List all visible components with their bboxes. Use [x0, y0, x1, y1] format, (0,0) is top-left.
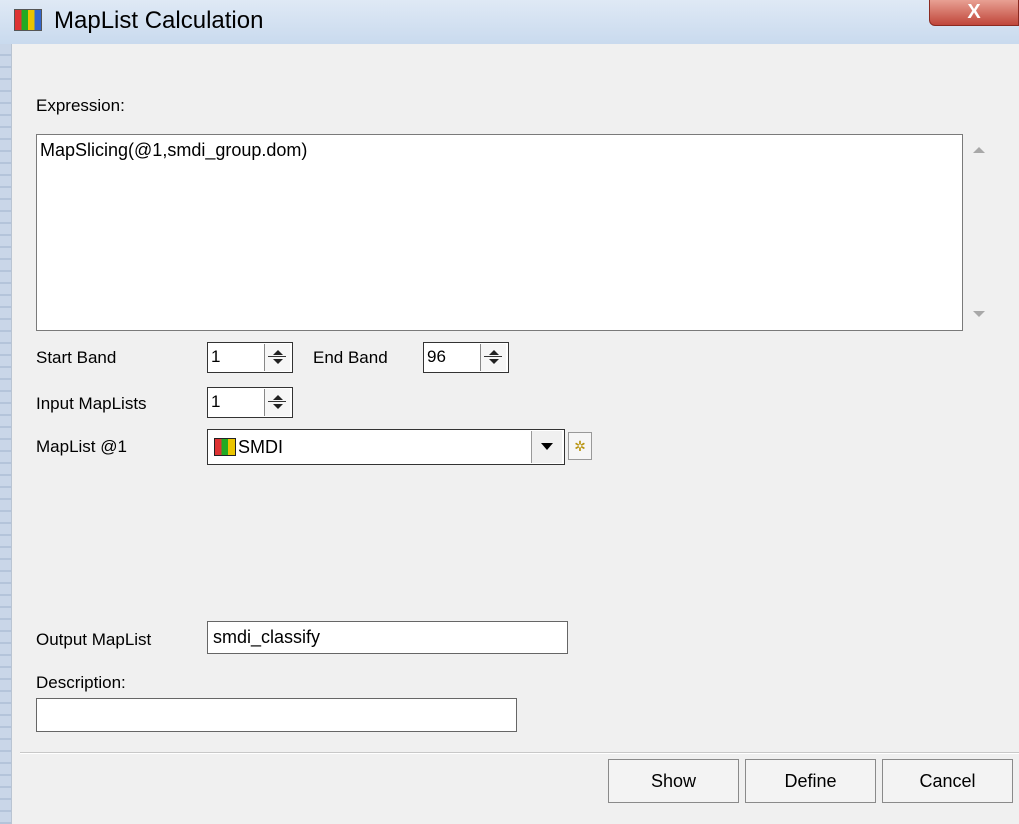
spin-down-icon[interactable] [489, 359, 499, 364]
maplist1-select[interactable]: SMDI [207, 429, 565, 465]
spin-up-icon[interactable] [273, 350, 283, 355]
description-label: Description: [36, 673, 126, 692]
scroll-down-icon[interactable] [973, 311, 985, 317]
start-band-spin-buttons[interactable] [264, 344, 290, 371]
input-maplists-stepper[interactable]: 1 [207, 387, 293, 418]
close-button[interactable]: X [929, 0, 1019, 26]
end-band-value[interactable]: 96 [427, 346, 446, 368]
cancel-button[interactable]: Cancel [882, 759, 1013, 803]
maplist-icon [214, 438, 236, 456]
spin-divider [484, 356, 502, 357]
input-maplists-label: Input MapLists [36, 394, 147, 413]
input-maplists-value[interactable]: 1 [211, 391, 220, 413]
maplist-icon [14, 9, 42, 31]
output-maplist-input[interactable]: smdi_classify [207, 621, 568, 654]
spin-divider [268, 356, 286, 357]
description-input[interactable] [36, 698, 517, 732]
maplist1-selected-value[interactable]: SMDI [238, 436, 283, 458]
maplist1-dropdown-button[interactable] [531, 431, 562, 463]
spin-up-icon[interactable] [273, 395, 283, 400]
define-button[interactable]: Define [745, 759, 876, 803]
input-maplists-spin-buttons[interactable] [264, 389, 290, 416]
button-separator [20, 752, 1019, 754]
start-band-label: Start Band [36, 348, 117, 367]
expression-textarea[interactable]: MapSlicing(@1,smdi_group.dom) [36, 134, 963, 331]
window-title: MapList Calculation [54, 7, 264, 34]
end-band-stepper[interactable]: 96 [423, 342, 509, 373]
spin-divider [268, 401, 286, 402]
spin-down-icon[interactable] [273, 404, 283, 409]
spin-down-icon[interactable] [273, 359, 283, 364]
output-maplist-label: Output MapList [36, 630, 152, 649]
end-band-label: End Band [313, 348, 388, 367]
scroll-up-icon[interactable] [973, 147, 985, 153]
properties-icon[interactable]: ✲ [568, 432, 592, 460]
maplist1-label: MapList @1 [36, 437, 127, 456]
end-band-spin-buttons[interactable] [480, 344, 506, 371]
chevron-down-icon[interactable] [541, 443, 553, 450]
window-left-border [0, 44, 11, 824]
start-band-value[interactable]: 1 [211, 346, 220, 368]
title-bar: MapList Calculation X [0, 0, 1019, 44]
start-band-stepper[interactable]: 1 [207, 342, 293, 373]
show-button[interactable]: Show [608, 759, 739, 803]
expression-label: Expression: [36, 96, 125, 115]
expression-scrollbar[interactable] [963, 134, 995, 331]
spin-up-icon[interactable] [489, 350, 499, 355]
